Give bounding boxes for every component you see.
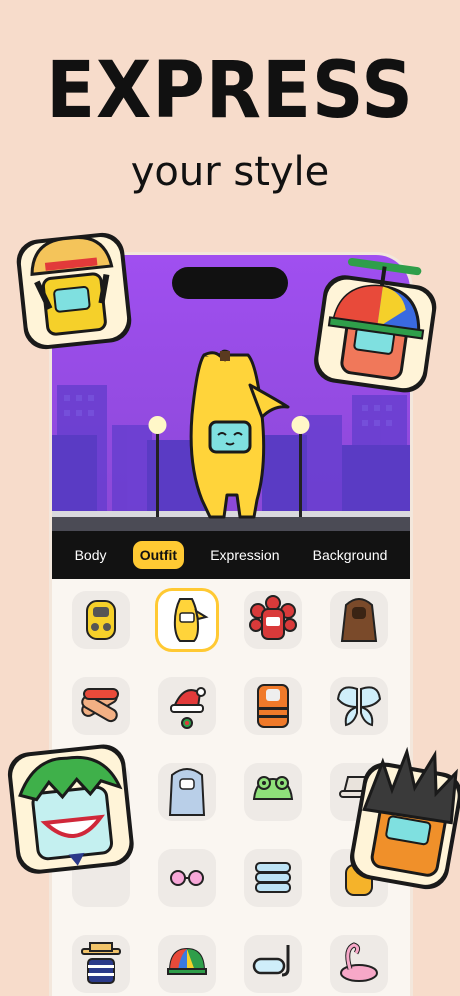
outfit-item-yeti[interactable] (158, 763, 216, 821)
round-glasses-icon (170, 870, 204, 886)
hero-subtitle: your style (130, 149, 330, 195)
sticker-straw-hat-icon (16, 232, 132, 350)
tab-body[interactable]: Body (68, 541, 114, 569)
outfit-item-rainbow-cap[interactable] (158, 935, 216, 993)
tab-background[interactable]: Background (306, 541, 395, 569)
outfit-item-snorkel[interactable] (244, 935, 302, 993)
outfit-item-banana[interactable] (158, 591, 216, 649)
hero-title: EXPRESS (46, 46, 414, 136)
outfit-item-life-vest[interactable] (244, 677, 302, 735)
flower-monster-icon (249, 595, 297, 640)
hooded-cloak-icon (340, 598, 378, 642)
sticker-spiky-hair-icon (349, 746, 460, 890)
sticker-propeller-cap-icon (314, 257, 437, 393)
outfit-item-santa-hat[interactable] (158, 677, 216, 735)
tab-expression[interactable]: Expression (203, 541, 286, 569)
outfit-item-flamingo[interactable] (330, 935, 388, 993)
fairy-wings-icon (336, 686, 382, 727)
phone-notch (172, 267, 288, 299)
snorkel-mask-icon (252, 945, 290, 977)
outfit-item-boater[interactable] (72, 935, 130, 993)
frog-hat-icon (252, 776, 294, 800)
tab-outfit[interactable]: Outfit (132, 541, 185, 569)
folded-towels-icon (255, 862, 291, 893)
yeti-costume-icon (168, 768, 206, 816)
hazmat-suit-icon (86, 600, 116, 640)
outfit-item-flower-monster[interactable] (244, 591, 302, 649)
banana-costume-icon (173, 598, 209, 642)
flamingo-float-icon (340, 942, 378, 982)
outfit-item-hazmat[interactable] (72, 591, 130, 649)
tab-bar: Body Outfit Expression Background (52, 531, 410, 579)
boater-hat-icon (81, 942, 121, 984)
outfit-item-fairy-wings[interactable] (330, 677, 388, 735)
outfit-item-towels[interactable] (244, 849, 302, 907)
rainbow-cap-icon (167, 947, 207, 975)
goggles-bandage-icon (81, 688, 119, 723)
sticker-joker-icon (7, 744, 134, 874)
life-vest-icon (257, 684, 289, 728)
santa-hat-icon (170, 687, 206, 729)
outfit-item-goggles[interactable] (72, 677, 130, 735)
outfit-item-frog-hat[interactable] (244, 763, 302, 821)
outfit-item-glasses[interactable] (158, 849, 216, 907)
outfit-item-hooded-cloak[interactable] (330, 591, 388, 649)
